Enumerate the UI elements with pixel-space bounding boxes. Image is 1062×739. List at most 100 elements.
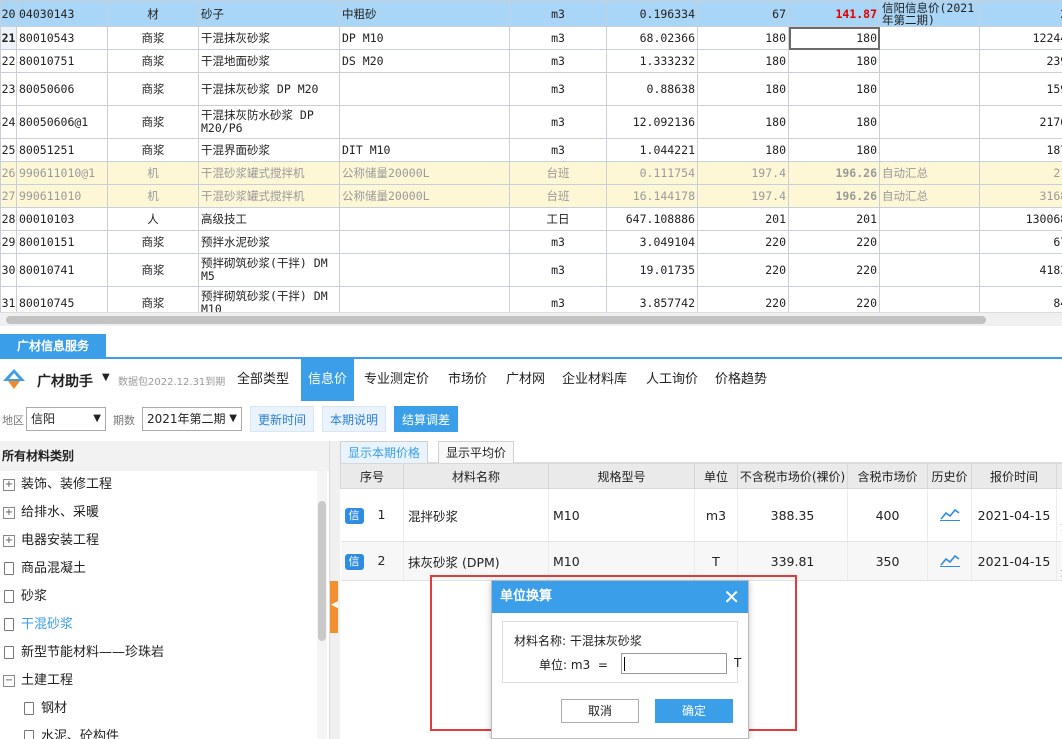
grid-row[interactable]: 26 990611010@1 机干混砂浆罐式搅拌机 公称储量20000L 台班 0.111… bbox=[0, 161, 1062, 185]
cell-name[interactable]: 干混砂浆罐式搅拌机 bbox=[198, 161, 340, 185]
cell-unit[interactable]: m3 bbox=[509, 253, 607, 287]
cell-unit[interactable]: m3 bbox=[694, 488, 738, 542]
cell-qty[interactable]: 1.333232 bbox=[606, 49, 698, 73]
grid-row[interactable]: 2980010151商浆预拌水泥砂浆m33.049104220220670.8 bbox=[0, 230, 1062, 254]
cell-type[interactable]: 商浆 bbox=[107, 72, 199, 106]
cell-price[interactable]: 180 bbox=[697, 49, 789, 73]
cell-total[interactable]: 130068.89 bbox=[979, 207, 1062, 231]
cell-name[interactable]: 干混抹灰砂浆 DP M20 bbox=[198, 72, 340, 106]
cell-total[interactable]: 670.8 bbox=[979, 230, 1062, 254]
cell-name[interactable]: 预拌水泥砂浆 bbox=[198, 230, 340, 254]
cell-name[interactable]: 干混抹灰砂浆 bbox=[198, 26, 340, 50]
cell-spec[interactable] bbox=[339, 207, 510, 231]
collapse-icon[interactable]: − bbox=[3, 674, 15, 687]
cell-price[interactable]: 201 bbox=[697, 207, 789, 231]
nav-tab-labor-inquiry[interactable]: 人工询价 bbox=[639, 359, 705, 401]
region-select[interactable]: 信阳 ▼ bbox=[26, 407, 106, 431]
nav-tab-market-price[interactable]: 市场价 bbox=[441, 359, 494, 401]
cell-total[interactable]: 21.93 bbox=[979, 161, 1062, 185]
cell-type[interactable]: 商浆 bbox=[107, 49, 199, 73]
cell-market-price[interactable]: 180 bbox=[788, 49, 880, 73]
column-header[interactable] bbox=[1056, 463, 1062, 489]
cancel-button[interactable]: 取消 bbox=[561, 699, 639, 723]
cell-unit[interactable]: m3 bbox=[509, 105, 607, 139]
nav-tab-price-trend[interactable]: 价格趋势 bbox=[708, 359, 774, 401]
brand-name[interactable]: 广材助手 bbox=[37, 371, 93, 391]
tree-item[interactable]: 钢材 bbox=[0, 695, 329, 723]
cell-source[interactable]: 信阳信息价(2021年第二期) bbox=[879, 0, 980, 27]
cell-market-price[interactable]: 220 bbox=[788, 253, 880, 287]
tab-average-price[interactable]: 显示平均价 bbox=[438, 441, 515, 463]
cell-type[interactable]: 机 bbox=[107, 161, 199, 185]
cell-type[interactable]: 材 bbox=[107, 0, 199, 27]
cell-unit[interactable]: m3 bbox=[509, 138, 607, 162]
cell-spec[interactable] bbox=[339, 105, 510, 139]
cell-type[interactable]: 商浆 bbox=[107, 230, 199, 254]
tree-item[interactable]: + 装饰、装修工程 bbox=[0, 471, 329, 499]
cell-market-price[interactable]: 180 bbox=[788, 105, 880, 139]
cell-unit[interactable]: 台班 bbox=[509, 161, 607, 185]
cell-qty[interactable]: 1.044221 bbox=[606, 138, 698, 162]
cell-code[interactable]: 80051251 bbox=[16, 138, 108, 162]
horizontal-scrollbar[interactable] bbox=[0, 312, 1062, 326]
cell-source[interactable] bbox=[879, 230, 980, 254]
cell-price[interactable]: 180 bbox=[697, 72, 789, 106]
chevron-down-icon[interactable]: ▼ bbox=[102, 372, 110, 383]
cell-type[interactable]: 商浆 bbox=[107, 253, 199, 287]
cell-qty[interactable]: 12.092136 bbox=[606, 105, 698, 139]
close-icon[interactable]: ✕ bbox=[723, 581, 740, 613]
cell-spec[interactable] bbox=[339, 230, 510, 254]
grid-row[interactable]: 2800010103人高级技工工日647.108886201201130068.… bbox=[0, 207, 1062, 231]
cell-source[interactable]: 自动汇总 bbox=[879, 184, 980, 208]
column-header[interactable]: 报价时间 bbox=[971, 463, 1057, 489]
cell-price[interactable]: 180 bbox=[697, 105, 789, 139]
cell-qty[interactable]: 0.111754 bbox=[606, 161, 698, 185]
cell-unit[interactable]: m3 bbox=[509, 230, 607, 254]
cell-price[interactable]: 197.4 bbox=[697, 184, 789, 208]
nav-tab-all[interactable]: 全部类型 bbox=[230, 359, 296, 401]
cell-name[interactable]: 干混砂浆罐式搅拌机 bbox=[198, 184, 340, 208]
cell-qty[interactable]: 68.02366 bbox=[606, 26, 698, 50]
grid-row[interactable]: 30 80010741 商浆 预拌砌筑砂浆(干拌) DM M5 m3 19.01735 22… bbox=[0, 253, 1062, 287]
cell-market-price[interactable]: 196.26 bbox=[788, 161, 880, 185]
cell-type[interactable]: 商浆 bbox=[107, 26, 199, 50]
cell-qty[interactable]: 647.108886 bbox=[606, 207, 698, 231]
column-header[interactable]: 历史价 bbox=[927, 463, 972, 489]
cell-name[interactable]: 干混界面砂浆 bbox=[198, 138, 340, 162]
cell-qty[interactable]: 3.049104 bbox=[606, 230, 698, 254]
column-header[interactable]: 单位 bbox=[694, 463, 738, 489]
cell-spec[interactable]: DP M10 bbox=[339, 26, 510, 50]
grid-row[interactable]: 25 80051251 商浆 干混界面砂浆 DIT M10 m3 1.044221 180 18… bbox=[0, 138, 1062, 162]
tree-item[interactable]: + 给排水、采暖 bbox=[0, 499, 329, 527]
column-header[interactable]: 材料名称 bbox=[403, 463, 549, 489]
cell-spec[interactable]: DIT M10 bbox=[339, 138, 510, 162]
grid-row[interactable]: 23 80050606 商浆 干混抹灰砂浆 DP M20 m3 0.88638 180 180… bbox=[0, 72, 1062, 106]
tree-item[interactable]: 干混砂浆 bbox=[0, 611, 329, 639]
cell-unit[interactable]: 台班 bbox=[509, 184, 607, 208]
period-note-button[interactable]: 本期说明 bbox=[322, 406, 387, 432]
cell-type[interactable]: 商浆 bbox=[107, 105, 199, 139]
panel-tab-guangcai[interactable]: 广材信息服务 bbox=[0, 334, 106, 358]
panel-splitter[interactable]: ◀ bbox=[330, 441, 340, 739]
cell-spec[interactable]: 公称储量20000L bbox=[339, 184, 510, 208]
cell-name[interactable]: 预拌砌筑砂浆(干拌) DM M5 bbox=[198, 253, 340, 287]
nav-tab-guangcai-web[interactable]: 广材网 bbox=[499, 359, 552, 401]
expand-icon[interactable]: + bbox=[3, 478, 15, 491]
cell-total[interactable]: 12244.26 bbox=[979, 26, 1062, 50]
collapse-handle[interactable]: ◀ bbox=[330, 581, 338, 633]
grid-row[interactable]: 24 80050606@1 商浆 干混抹灰防水砂浆 DP M20/P6 m3 12.092… bbox=[0, 105, 1062, 139]
cell-qty[interactable]: 19.01735 bbox=[606, 253, 698, 287]
cell-source[interactable] bbox=[879, 207, 980, 231]
cell-price[interactable]: 220 bbox=[697, 230, 789, 254]
confirm-button[interactable]: 确定 bbox=[655, 699, 733, 723]
cell-spec[interactable]: DS M20 bbox=[339, 49, 510, 73]
cell-market-price[interactable]: 196.26 bbox=[788, 184, 880, 208]
cell-code[interactable]: 80010151 bbox=[16, 230, 108, 254]
cell-source[interactable] bbox=[879, 253, 980, 287]
tree-item[interactable]: 商品混凝土 bbox=[0, 555, 329, 583]
tree-scrollbar[interactable] bbox=[317, 471, 327, 739]
cell-market-price[interactable]: 201 bbox=[788, 207, 880, 231]
cell-spec[interactable] bbox=[339, 253, 510, 287]
cell-unit[interactable]: m3 bbox=[509, 49, 607, 73]
grid-row[interactable]: 27 990611010 机干混砂浆罐式搅拌机 公称储量20000L 台班 16.1441… bbox=[0, 184, 1062, 208]
